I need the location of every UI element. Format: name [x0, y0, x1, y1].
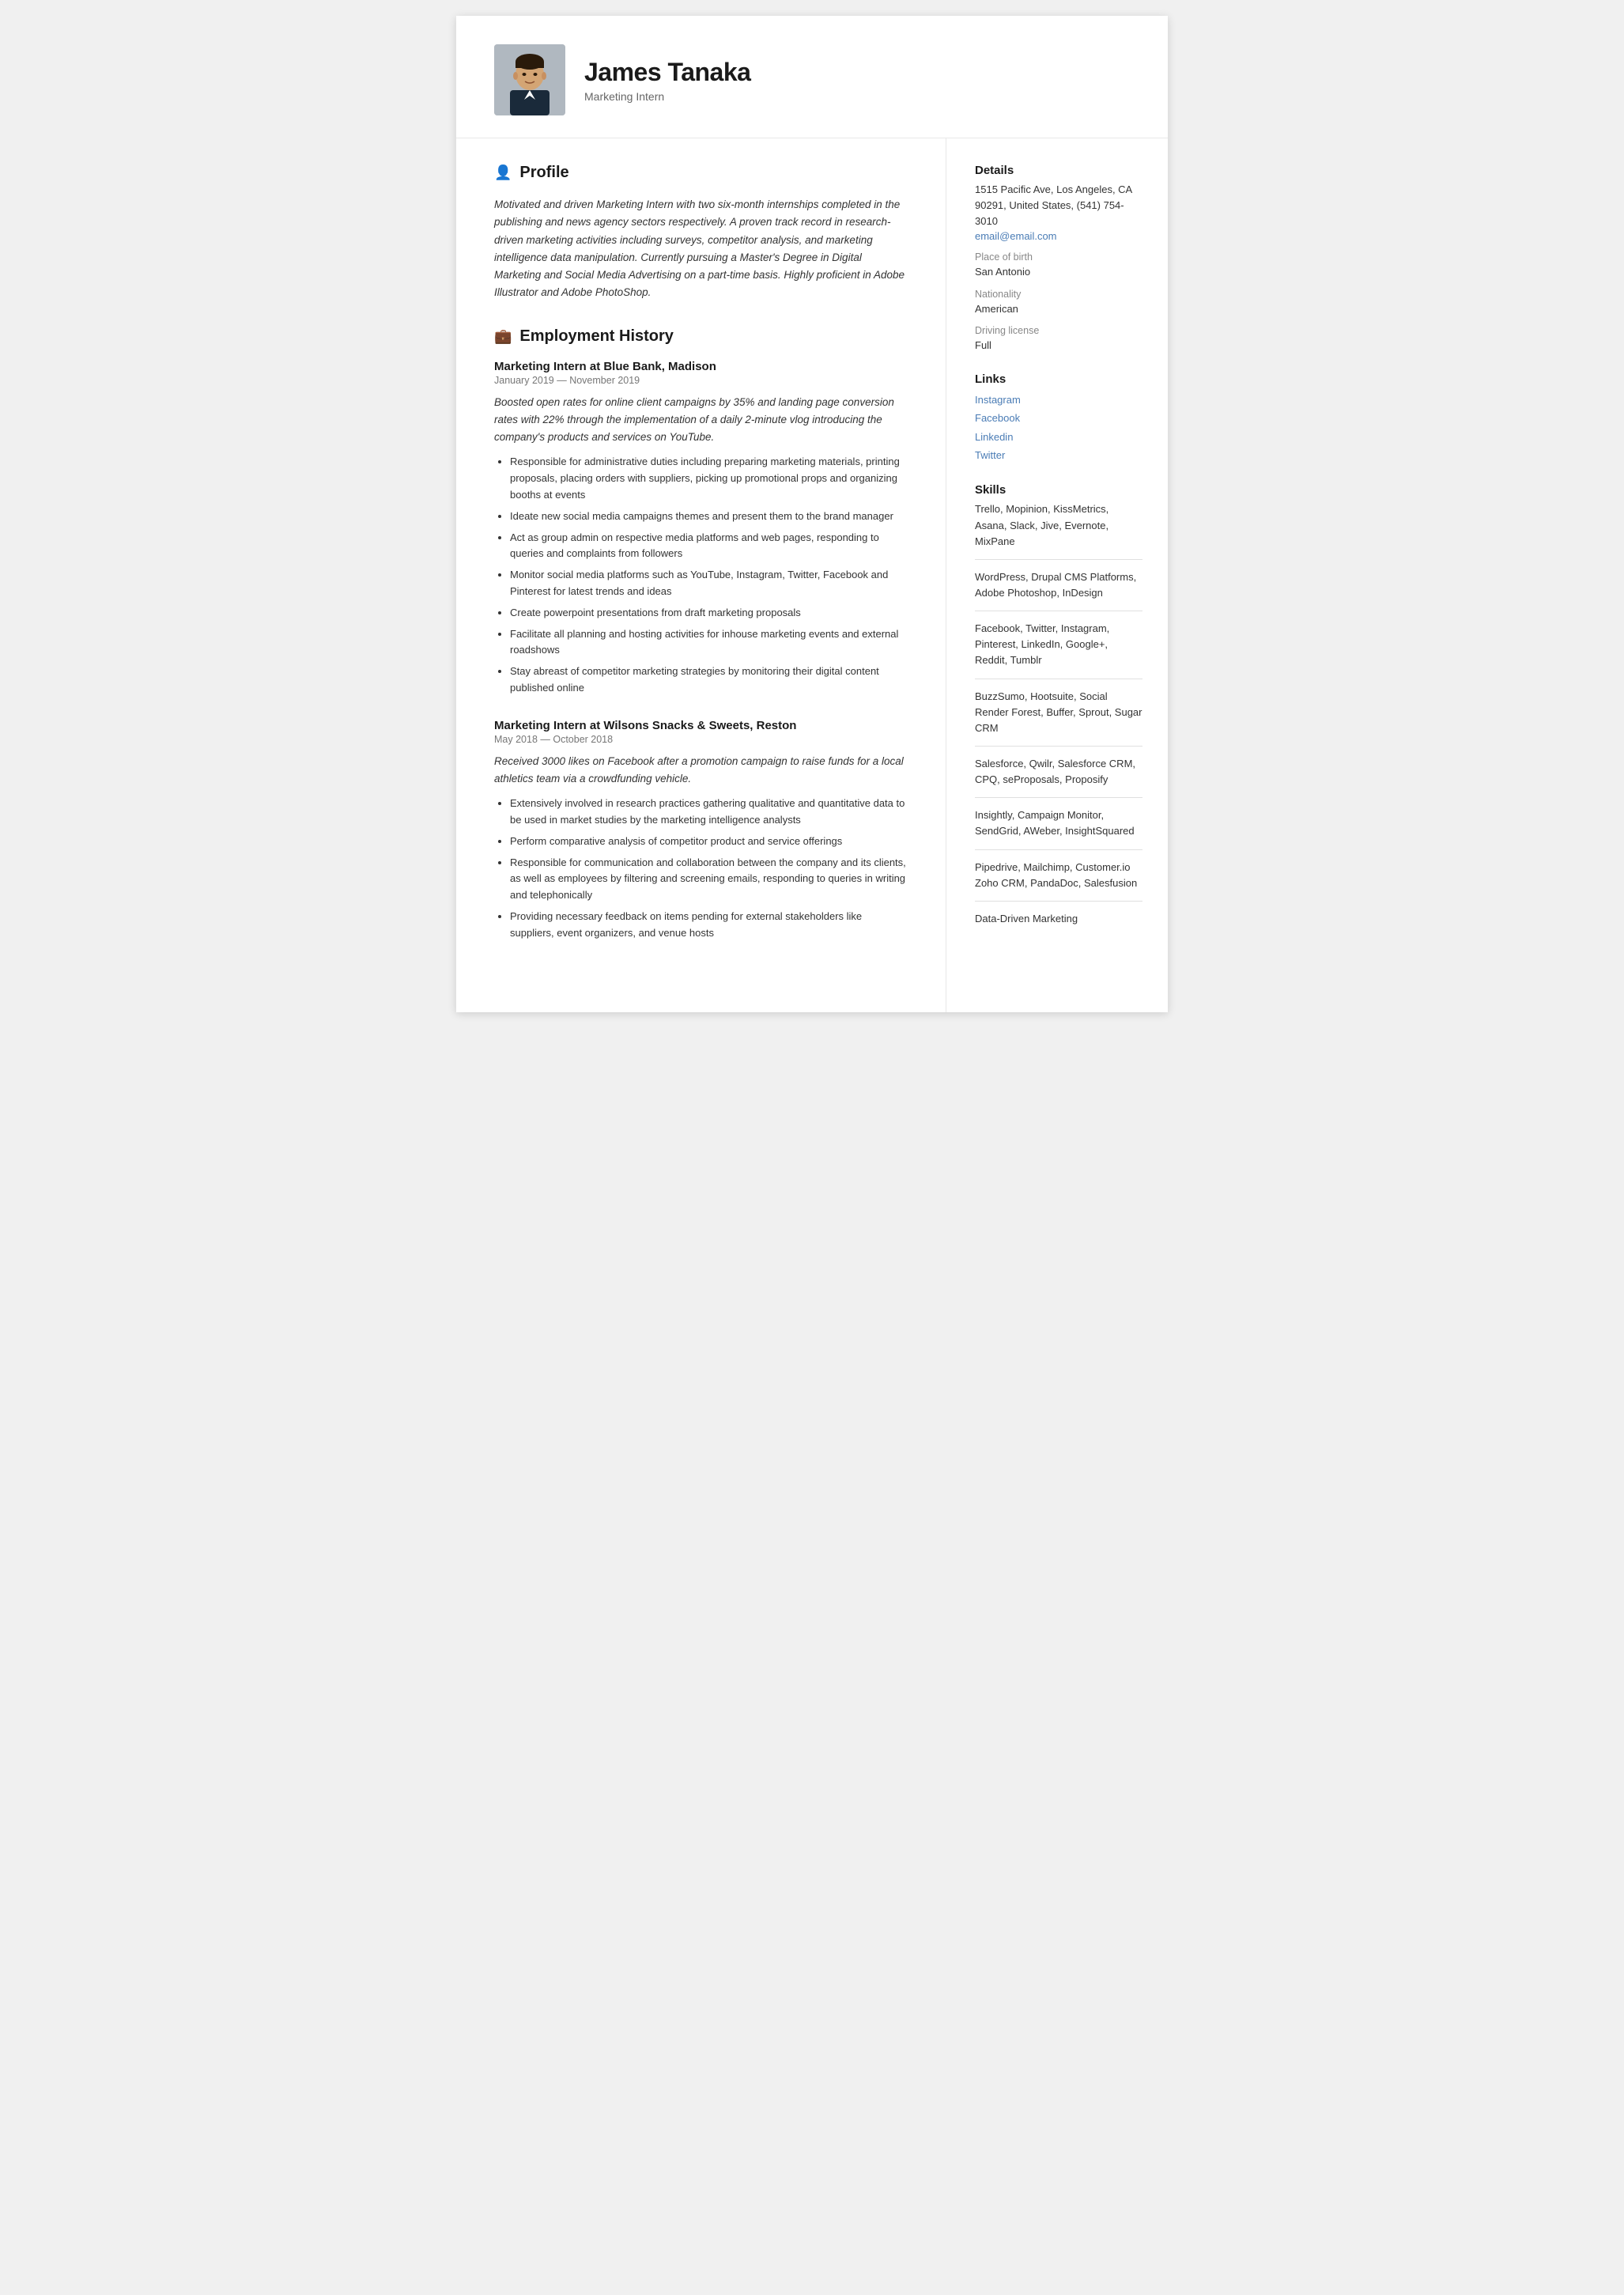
employment-section-title: 💼 Employment History: [494, 327, 908, 350]
avatar: [494, 44, 565, 115]
job-2-period: May 2018 — October 2018: [494, 734, 908, 745]
skill-group: Trello, Mopinion, KissMetrics, Asana, Sl…: [975, 501, 1142, 549]
list-item: Create powerpoint presentations from dra…: [510, 605, 908, 622]
link-item[interactable]: Twitter: [975, 446, 1142, 464]
skill-divider: [975, 797, 1142, 798]
place-of-birth-label: Place of birth: [975, 251, 1142, 263]
skill-group: BuzzSumo, Hootsuite, Social Render Fores…: [975, 689, 1142, 736]
nationality-label: Nationality: [975, 289, 1142, 300]
driving-license-value: Full: [975, 338, 1142, 354]
skill-group: Insightly, Campaign Monitor, SendGrid, A…: [975, 807, 1142, 839]
skill-group: Data-Driven Marketing: [975, 911, 1142, 927]
job-2-bullets: Extensively involved in research practic…: [494, 796, 908, 941]
details-email[interactable]: email@email.com: [975, 230, 1057, 242]
main-content: 👤 Profile Motivated and driven Marketing…: [456, 138, 1168, 1012]
list-item: Monitor social media platforms such as Y…: [510, 567, 908, 600]
left-column: 👤 Profile Motivated and driven Marketing…: [456, 138, 946, 1012]
list-item: Act as group admin on respective media p…: [510, 530, 908, 563]
profile-text: Motivated and driven Marketing Intern wi…: [494, 196, 908, 302]
link-item[interactable]: Instagram: [975, 391, 1142, 409]
skill-divider: [975, 559, 1142, 560]
job-2: Marketing Intern at Wilsons Snacks & Swe…: [494, 719, 908, 942]
skill-divider: [975, 746, 1142, 747]
skills-section-title: Skills: [975, 483, 1142, 497]
list-item: Extensively involved in research practic…: [510, 796, 908, 829]
list-item: Stay abreast of competitor marketing str…: [510, 664, 908, 697]
list-item: Facilitate all planning and hosting acti…: [510, 626, 908, 660]
skills-list: Trello, Mopinion, KissMetrics, Asana, Sl…: [975, 501, 1142, 927]
link-item[interactable]: Facebook: [975, 409, 1142, 427]
link-item[interactable]: Linkedin: [975, 428, 1142, 446]
list-item: Perform comparative analysis of competit…: [510, 834, 908, 850]
driving-license-label: Driving license: [975, 325, 1142, 336]
right-column: Details 1515 Pacific Ave, Los Angeles, C…: [946, 138, 1168, 1012]
details-address: 1515 Pacific Ave, Los Angeles, CA 90291,…: [975, 182, 1142, 229]
list-item: Ideate new social media campaigns themes…: [510, 509, 908, 525]
place-of-birth-value: San Antonio: [975, 264, 1142, 280]
candidate-name: James Tanaka: [584, 58, 750, 87]
job-1-period: January 2019 — November 2019: [494, 375, 908, 386]
skill-group: Salesforce, Qwilr, Salesforce CRM, CPQ, …: [975, 756, 1142, 788]
job-1-desc: Boosted open rates for online client cam…: [494, 394, 908, 447]
list-item: Responsible for communication and collab…: [510, 855, 908, 904]
links-section-title: Links: [975, 372, 1142, 386]
links-section: Links InstagramFacebookLinkedinTwitter: [975, 372, 1142, 465]
profile-section: 👤 Profile Motivated and driven Marketing…: [494, 164, 908, 302]
profile-section-title: 👤 Profile: [494, 164, 908, 187]
skill-group: Facebook, Twitter, Instagram, Pinterest,…: [975, 621, 1142, 668]
candidate-title: Marketing Intern: [584, 90, 750, 103]
list-item: Providing necessary feedback on items pe…: [510, 909, 908, 942]
header-info: James Tanaka Marketing Intern: [584, 58, 750, 103]
skill-divider: [975, 901, 1142, 902]
skill-divider: [975, 849, 1142, 850]
resume-header: James Tanaka Marketing Intern: [456, 16, 1168, 138]
resume-container: James Tanaka Marketing Intern 👤 Profile …: [456, 16, 1168, 1012]
links-list: InstagramFacebookLinkedinTwitter: [975, 391, 1142, 465]
list-item: Responsible for administrative duties in…: [510, 454, 908, 503]
skill-group: Pipedrive, Mailchimp, Customer.io Zoho C…: [975, 860, 1142, 891]
nationality-value: American: [975, 301, 1142, 317]
job-1: Marketing Intern at Blue Bank, Madison J…: [494, 360, 908, 697]
skills-section: Skills Trello, Mopinion, KissMetrics, As…: [975, 483, 1142, 927]
details-section: Details 1515 Pacific Ave, Los Angeles, C…: [975, 164, 1142, 354]
job-1-title: Marketing Intern at Blue Bank, Madison: [494, 360, 908, 373]
employment-section: 💼 Employment History Marketing Intern at…: [494, 327, 908, 942]
job-2-desc: Received 3000 likes on Facebook after a …: [494, 753, 908, 788]
job-1-bullets: Responsible for administrative duties in…: [494, 454, 908, 696]
details-section-title: Details: [975, 164, 1142, 177]
job-2-title: Marketing Intern at Wilsons Snacks & Swe…: [494, 719, 908, 732]
employment-icon: 💼: [494, 328, 512, 345]
skill-group: WordPress, Drupal CMS Platforms, Adobe P…: [975, 569, 1142, 601]
profile-icon: 👤: [494, 164, 512, 181]
